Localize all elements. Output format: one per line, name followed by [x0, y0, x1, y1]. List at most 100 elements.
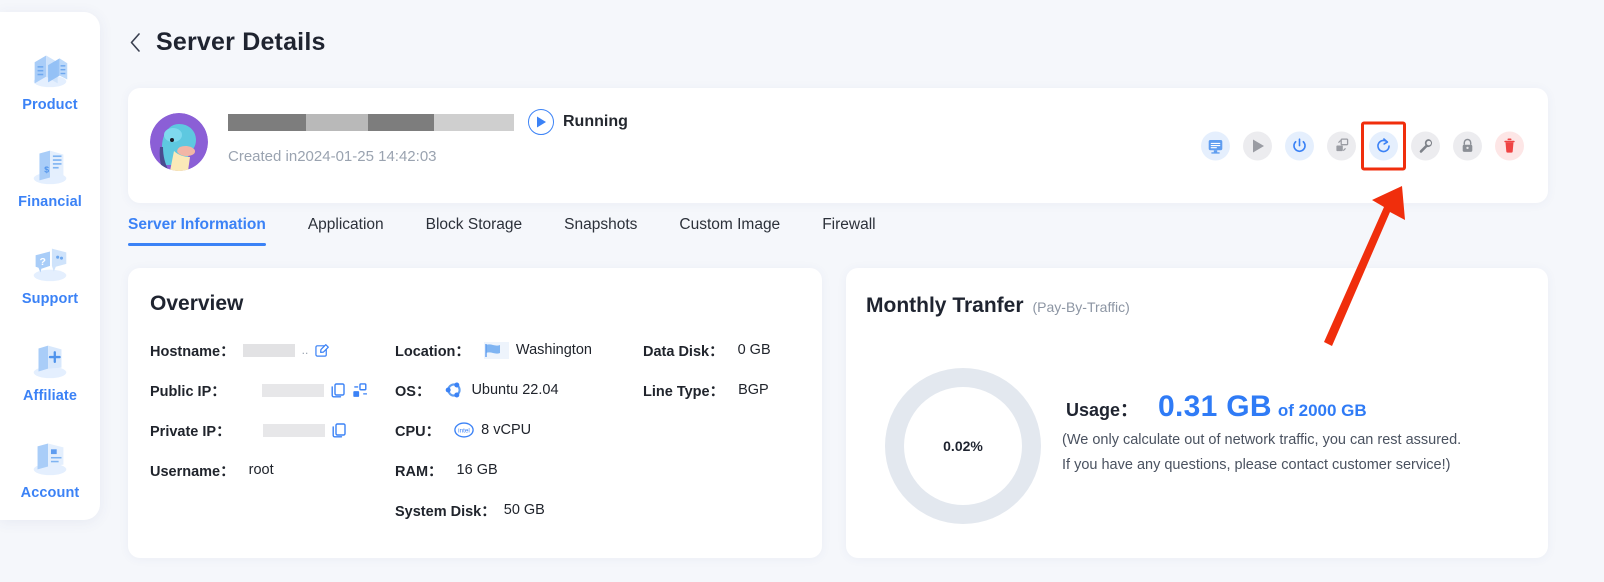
field-value: intel 8 vCPU [454, 420, 531, 440]
app-root: Product $ Financial ? Support [0, 0, 1604, 582]
page-header: Server Details [128, 28, 326, 57]
field-label: System Disk： [395, 500, 496, 521]
power-icon[interactable] [1285, 131, 1314, 160]
financial-icon: $ [27, 142, 73, 188]
notice-line-1: (We only calculate out of network traffi… [1062, 428, 1532, 453]
transfer-notice: (We only calculate out of network traffi… [1062, 428, 1532, 478]
field-label: Username： [150, 460, 235, 481]
created-label: Created in [228, 148, 297, 165]
server-name-row: Running [228, 109, 628, 135]
usage-quota: of 2000 GB [1278, 401, 1367, 420]
support-icon: ? [27, 239, 73, 285]
sidebar-item-label: Account [21, 485, 80, 501]
sidebar-item-product[interactable]: Product [0, 30, 100, 127]
sidebar: Product $ Financial ? Support [0, 12, 100, 520]
usage-used: 0.31 GB [1158, 390, 1272, 423]
field-value [234, 383, 367, 398]
restart-icon[interactable] [1369, 131, 1398, 160]
usage-values: 0.31 GB of 2000 GB [1158, 390, 1367, 424]
spacer [643, 458, 804, 482]
flag-icon [484, 342, 509, 359]
monthly-transfer-card: Monthly Tranfer (Pay-By-Traffic) 0.02% U… [846, 268, 1548, 558]
field-location: Location： Washington [395, 338, 643, 362]
rebuild-icon[interactable] [1327, 131, 1356, 160]
field-username: Username： root [150, 458, 395, 482]
usage-row: Usage： 0.31 GB of 2000 GB [1066, 390, 1367, 424]
usage-donut-chart: 0.02% [885, 368, 1041, 524]
sidebar-item-label: Support [22, 291, 78, 307]
field-private-ip: Private IP： [150, 418, 395, 442]
field-value: 50 GB [504, 502, 545, 518]
field-label: Location： [395, 340, 470, 361]
spacer [643, 498, 804, 522]
wrench-icon[interactable] [1411, 131, 1440, 160]
tab-block-storage[interactable]: Block Storage [426, 216, 523, 246]
tab-custom-image[interactable]: Custom Image [679, 216, 780, 246]
os-value: Ubuntu 22.04 [471, 382, 558, 398]
sidebar-item-support[interactable]: ? Support [0, 224, 100, 321]
overview-title: Overview [150, 292, 243, 316]
field-data-disk: Data Disk： 0 GB [643, 338, 804, 362]
tab-server-information[interactable]: Server Information [128, 216, 266, 246]
sidebar-item-label: Financial [18, 194, 82, 210]
field-label: Private IP： [150, 420, 231, 441]
field-value: .. [243, 343, 331, 358]
field-cpu: CPU： intel 8 vCPU [395, 418, 643, 442]
field-label: Hostname： [150, 340, 235, 361]
server-summary-card: Running Created in2024-01-25 14:42:03 [128, 88, 1548, 203]
product-icon [27, 45, 73, 91]
affiliate-icon [27, 336, 73, 382]
server-action-bar [1201, 131, 1524, 160]
sidebar-item-affiliate[interactable]: Affiliate [0, 321, 100, 418]
status-text: Running [563, 113, 628, 131]
sidebar-item-financial[interactable]: $ Financial [0, 127, 100, 224]
field-label: Data Disk： [643, 340, 724, 361]
chevron-left-icon[interactable] [128, 32, 142, 54]
transfer-subtitle: (Pay-By-Traffic) [1033, 299, 1130, 315]
created-value: 2024-01-25 14:42:03 [297, 148, 436, 165]
overview-card: Overview Hostname： .. Location： [128, 268, 822, 558]
intel-icon: intel [454, 420, 474, 440]
spacer [643, 418, 804, 442]
field-label: Public IP： [150, 380, 226, 401]
duck-avatar [150, 113, 208, 171]
field-value [239, 423, 346, 438]
donut-percent-label: 0.02% [943, 438, 983, 454]
lock-icon[interactable] [1453, 131, 1482, 160]
notice-line-2: If you have any questions, please contac… [1062, 453, 1532, 478]
console-icon[interactable] [1201, 131, 1230, 160]
page-title: Server Details [156, 28, 326, 57]
copy-icon[interactable] [332, 423, 346, 438]
sidebar-item-account[interactable]: Account [0, 418, 100, 515]
field-line-type: Line Type： BGP [643, 378, 804, 402]
account-icon [27, 433, 73, 479]
delete-icon[interactable] [1495, 131, 1524, 160]
start-icon[interactable] [1243, 131, 1272, 160]
spacer [150, 498, 395, 522]
edit-icon[interactable] [315, 343, 330, 358]
field-label: Line Type： [643, 380, 724, 401]
field-value: BGP [738, 382, 769, 398]
tab-snapshots[interactable]: Snapshots [564, 216, 637, 246]
overview-grid: Hostname： .. Location： Washington [150, 338, 804, 522]
tab-application[interactable]: Application [308, 216, 384, 246]
field-hostname: Hostname： .. [150, 338, 395, 362]
usage-label: Usage： [1066, 396, 1138, 422]
location-value: Washington [516, 342, 592, 358]
tab-firewall[interactable]: Firewall [822, 216, 875, 246]
server-name-redacted [228, 112, 514, 133]
svg-text:?: ? [39, 255, 45, 267]
ubuntu-icon [444, 380, 464, 400]
field-os: OS： Ubuntu 22.04 [395, 378, 643, 402]
field-label: OS： [395, 380, 430, 401]
sidebar-item-label: Product [22, 97, 77, 113]
copy-icon[interactable] [331, 383, 345, 398]
transfer-title: Monthly Tranfer [866, 294, 1024, 318]
play-circle-icon [528, 109, 554, 135]
created-time: Created in2024-01-25 14:42:03 [228, 148, 437, 165]
change-ip-icon[interactable] [352, 383, 367, 398]
field-value: 16 GB [457, 462, 498, 478]
sidebar-item-label: Affiliate [23, 388, 77, 404]
field-system-disk: System Disk： 50 GB [395, 498, 643, 522]
cpu-value: 8 vCPU [481, 422, 531, 438]
